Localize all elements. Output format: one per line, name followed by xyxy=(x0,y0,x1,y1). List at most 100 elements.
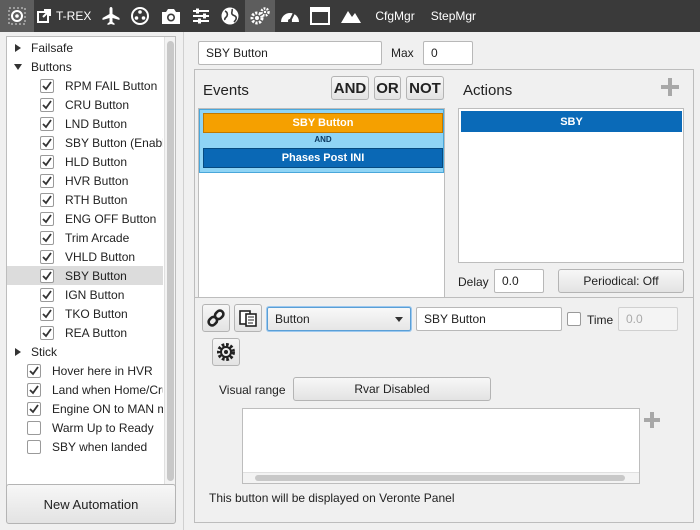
expand-arrow-icon[interactable] xyxy=(13,43,23,53)
time-checkbox[interactable] xyxy=(567,312,581,326)
events-box: SBY Button AND Phases Post INI xyxy=(198,108,445,324)
checkbox-checked[interactable] xyxy=(40,135,54,150)
add-range-icon[interactable] xyxy=(642,410,662,430)
event-editor-panel: Button SBY Button Time 0.0 Visual range … xyxy=(194,297,694,523)
mountain-icon[interactable] xyxy=(335,0,367,32)
tree-item[interactable]: SBY when landed xyxy=(7,437,163,456)
tree-item[interactable]: Engine ON to MAN mode xyxy=(7,399,163,418)
tree-item[interactable]: Trim Arcade xyxy=(7,228,163,247)
event-connector-and: AND xyxy=(314,135,332,144)
checkbox-unchecked[interactable] xyxy=(27,439,41,454)
tree-item[interactable]: Hover here in HVR xyxy=(7,361,163,380)
gauge-icon[interactable] xyxy=(275,0,305,32)
tree-item[interactable]: RTH Button xyxy=(7,190,163,209)
horizontal-scrollbar[interactable] xyxy=(243,472,639,483)
tree-item[interactable]: ENG OFF Button xyxy=(7,209,163,228)
tree-item[interactable]: TKO Button xyxy=(7,304,163,323)
actions-box: SBY xyxy=(458,108,684,263)
checkbox-checked[interactable] xyxy=(40,325,54,340)
tree-item[interactable]: SBY Button xyxy=(7,266,163,285)
gears-icon[interactable] xyxy=(245,0,276,32)
event-sby-button[interactable]: SBY Button xyxy=(203,113,443,133)
tree-item[interactable]: REA Button xyxy=(7,323,163,342)
tree-item[interactable]: CRU Button xyxy=(7,95,163,114)
copy-clipboard-icon[interactable] xyxy=(234,304,262,332)
checkbox-checked[interactable] xyxy=(40,249,54,264)
visual-range-list xyxy=(242,408,640,484)
tree-node-label: Buttons xyxy=(31,59,72,74)
tree-item-label: SBY Button xyxy=(65,268,127,283)
expand-arrow-icon[interactable] xyxy=(13,347,23,357)
reel-icon[interactable] xyxy=(125,0,155,32)
tree-item-label: Hover here in HVR xyxy=(52,363,153,378)
tree-item[interactable]: SBY Button (Enabled) xyxy=(7,133,163,152)
external-link-icon[interactable] xyxy=(34,0,54,32)
periodical-button[interactable]: Periodical: Off xyxy=(558,269,684,293)
tree-item[interactable]: IGN Button xyxy=(7,285,163,304)
event-phases-post-ini[interactable]: Phases Post INI xyxy=(203,148,443,168)
event-name-field[interactable]: SBY Button xyxy=(416,307,562,331)
tree-item-label: RTH Button xyxy=(65,192,128,207)
app-name[interactable]: T-REX xyxy=(54,9,97,23)
tree-item[interactable]: HLD Button xyxy=(7,152,163,171)
checkbox-checked[interactable] xyxy=(40,154,54,169)
scrollbar-thumb[interactable] xyxy=(167,41,174,481)
settings-gear-icon[interactable] xyxy=(0,0,34,32)
tree-node-buttons[interactable]: Buttons xyxy=(13,57,169,76)
checkbox-checked[interactable] xyxy=(40,306,54,321)
checkbox-checked[interactable] xyxy=(40,211,54,226)
tree-item-label: Warm Up to Ready xyxy=(52,420,154,435)
and-button[interactable]: AND xyxy=(331,76,369,100)
link-icon[interactable] xyxy=(202,304,230,332)
tree-item-label: SBY when landed xyxy=(52,439,148,454)
max-field[interactable]: 0 xyxy=(423,41,473,65)
dropdown-value: Button xyxy=(275,312,310,326)
tree-item[interactable]: RPM FAIL Button xyxy=(7,76,163,95)
add-action-icon[interactable] xyxy=(659,76,681,98)
tree-node-stick[interactable]: Stick xyxy=(13,342,169,361)
tree-node-failsafe[interactable]: Failsafe xyxy=(13,38,169,57)
tree-item-label: Engine ON to MAN mode xyxy=(52,401,163,416)
checkbox-checked[interactable] xyxy=(27,363,41,378)
tree-item-label: HLD Button xyxy=(65,154,128,169)
stepmgr-menu[interactable]: StepMgr xyxy=(423,9,484,23)
tree-item[interactable]: HVR Button xyxy=(7,171,163,190)
new-automation-button[interactable]: New Automation xyxy=(6,484,176,524)
checkbox-checked[interactable] xyxy=(40,78,54,93)
checkbox-checked[interactable] xyxy=(27,401,41,416)
airplane-icon[interactable] xyxy=(97,0,125,32)
tree-item[interactable]: Warm Up to Ready xyxy=(7,418,163,437)
scrollbar-thumb[interactable] xyxy=(255,475,625,481)
automation-name-field[interactable]: SBY Button xyxy=(198,41,382,65)
checkbox-checked[interactable] xyxy=(40,173,54,188)
collapse-arrow-icon[interactable] xyxy=(13,62,23,72)
tree-item[interactable]: Land when Home/Cruise xyxy=(7,380,163,399)
tree-item-label: Trim Arcade xyxy=(65,230,130,245)
camera-icon[interactable] xyxy=(155,0,187,32)
tree-item[interactable]: VHLD Button xyxy=(7,247,163,266)
delay-field[interactable]: 0.0 xyxy=(494,269,544,293)
settings-gear-icon[interactable] xyxy=(212,338,240,366)
checkbox-checked[interactable] xyxy=(40,230,54,245)
checkbox-checked[interactable] xyxy=(27,382,41,397)
not-button[interactable]: NOT xyxy=(406,76,444,100)
rvar-button[interactable]: Rvar Disabled xyxy=(293,377,491,401)
cfgmgr-menu[interactable]: CfgMgr xyxy=(367,9,422,23)
tree-vertical-scrollbar[interactable] xyxy=(164,37,175,511)
checkbox-unchecked[interactable] xyxy=(27,420,41,435)
event-type-dropdown[interactable]: Button xyxy=(267,307,411,331)
tree-item-label: Land when Home/Cruise xyxy=(52,382,163,397)
checkbox-checked[interactable] xyxy=(40,268,54,283)
tree-item-label: TKO Button xyxy=(65,306,128,321)
globe-icon[interactable] xyxy=(215,0,245,32)
sliders-icon[interactable] xyxy=(187,0,215,32)
or-button[interactable]: OR xyxy=(374,76,401,100)
checkbox-checked[interactable] xyxy=(40,116,54,131)
delay-label: Delay xyxy=(458,275,489,289)
tree-item[interactable]: LND Button xyxy=(7,114,163,133)
checkbox-checked[interactable] xyxy=(40,97,54,112)
window-icon[interactable] xyxy=(305,0,335,32)
checkbox-checked[interactable] xyxy=(40,192,54,207)
checkbox-checked[interactable] xyxy=(40,287,54,302)
action-sby[interactable]: SBY xyxy=(461,111,682,132)
